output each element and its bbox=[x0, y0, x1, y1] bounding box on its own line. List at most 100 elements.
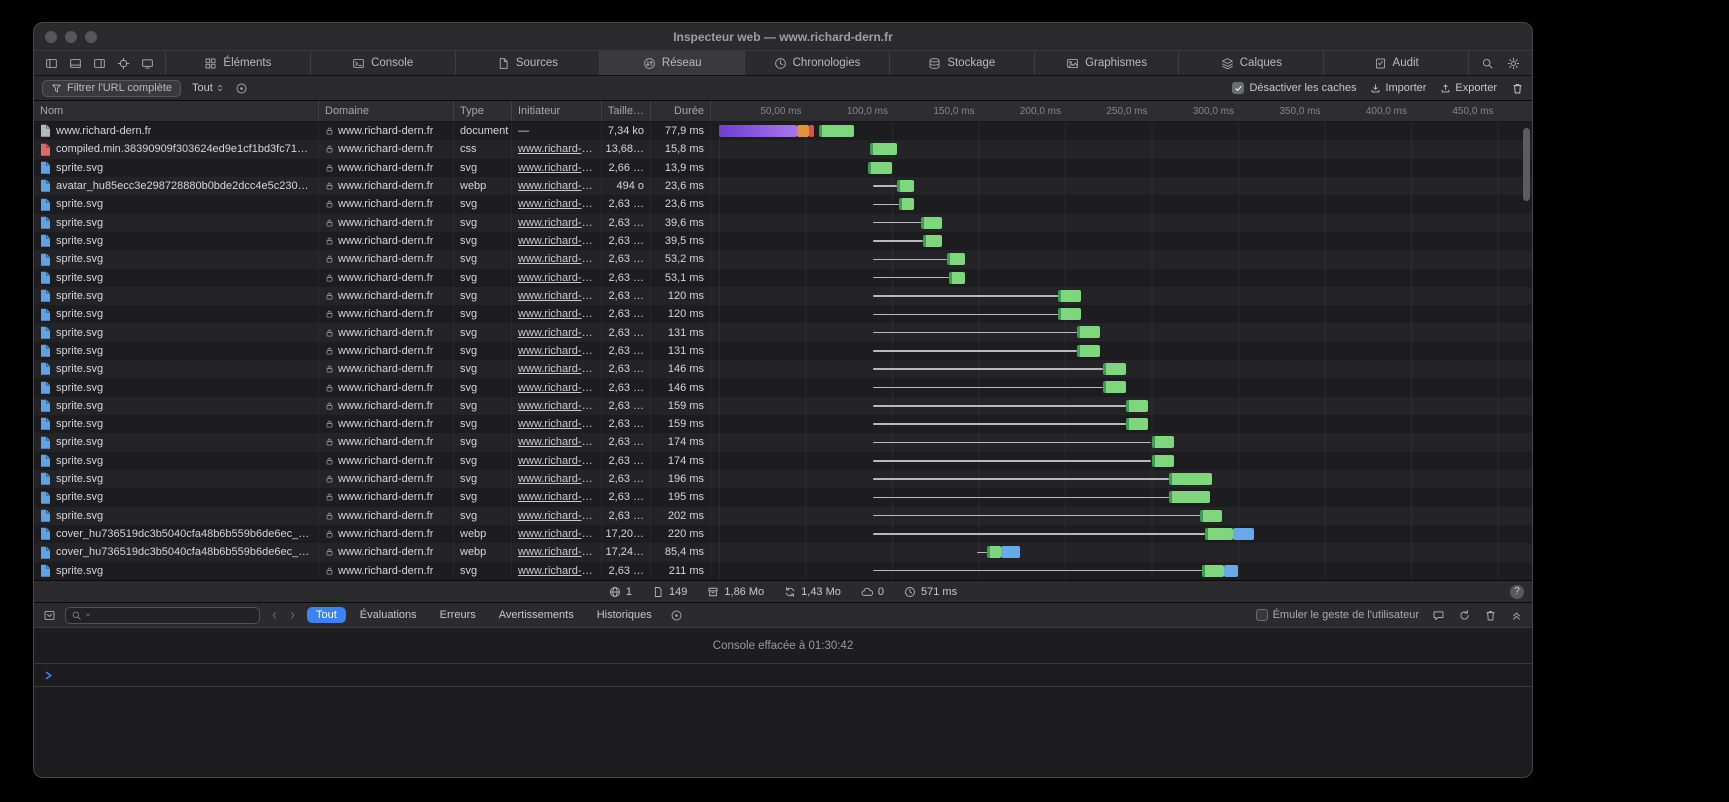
network-request-row[interactable]: sprite.svgwww.richard-dern.frsvgwww.rich… bbox=[34, 269, 1532, 287]
initiator-link[interactable]: www.richard-d… bbox=[518, 253, 595, 265]
network-request-row[interactable]: sprite.svgwww.richard-dern.frsvgwww.rich… bbox=[34, 378, 1532, 396]
lock-icon bbox=[325, 492, 334, 502]
zoom-window-button[interactable] bbox=[85, 31, 97, 43]
network-request-row[interactable]: sprite.svgwww.richard-dern.frsvgwww.rich… bbox=[34, 342, 1532, 360]
console-tab-erreurs[interactable]: Erreurs bbox=[431, 607, 485, 623]
window-titlebar[interactable]: Inspecteur web — www.richard-dern.fr bbox=[34, 23, 1532, 51]
tab-network[interactable]: Réseau bbox=[600, 51, 745, 75]
help-button[interactable]: ? bbox=[1510, 585, 1524, 599]
initiator-link[interactable]: www.richard-d… bbox=[518, 382, 595, 394]
tab-timelines[interactable]: Chronologies bbox=[745, 51, 890, 75]
resource-type-dropdown[interactable]: Tout bbox=[192, 82, 224, 94]
export-button[interactable]: Exporter bbox=[1440, 82, 1497, 94]
console-scope-icon[interactable] bbox=[43, 609, 56, 622]
clear-console-trash-icon[interactable] bbox=[1484, 609, 1497, 622]
dock-bottom-icon[interactable] bbox=[69, 57, 82, 70]
network-request-row[interactable]: sprite.svgwww.richard-dern.frsvgwww.rich… bbox=[34, 159, 1532, 177]
initiator-link[interactable]: www.richard-d… bbox=[518, 217, 595, 229]
dock-side-right-icon[interactable] bbox=[93, 57, 106, 70]
network-request-row[interactable]: sprite.svgwww.richard-dern.frsvgwww.rich… bbox=[34, 452, 1532, 470]
column-header-duree[interactable]: Durée bbox=[651, 101, 711, 121]
clear-on-reload-icon[interactable] bbox=[1458, 609, 1471, 622]
network-request-row[interactable]: sprite.svgwww.richard-dern.frsvgwww.rich… bbox=[34, 305, 1532, 323]
network-request-row[interactable]: sprite.svgwww.richard-dern.frsvgwww.rich… bbox=[34, 562, 1532, 580]
network-request-row[interactable]: sprite.svgwww.richard-dern.frsvgwww.rich… bbox=[34, 397, 1532, 415]
url-filter-field[interactable]: Filtrer l'URL complète bbox=[42, 80, 181, 97]
initiator-link[interactable]: www.richard-d… bbox=[518, 143, 595, 155]
column-header-nom[interactable]: Nom bbox=[34, 101, 319, 121]
network-request-row[interactable]: sprite.svgwww.richard-dern.frsvgwww.rich… bbox=[34, 415, 1532, 433]
network-request-row[interactable]: cover_hu736519dc3b5040cfa48b6b559b6de6ec… bbox=[34, 525, 1532, 543]
network-request-row[interactable]: sprite.svgwww.richard-dern.frsvgwww.rich… bbox=[34, 250, 1532, 268]
initiator-link[interactable]: www.richard-d… bbox=[518, 546, 595, 558]
tab-elements[interactable]: Éléments bbox=[166, 51, 311, 75]
initiator-link[interactable]: www.richard-d… bbox=[518, 235, 595, 247]
tab-console[interactable]: Console bbox=[311, 51, 456, 75]
emulate-user-gesture-checkbox[interactable]: Émuler le geste de l'utilisateur bbox=[1256, 609, 1419, 621]
network-request-row[interactable]: sprite.svgwww.richard-dern.frsvgwww.rich… bbox=[34, 287, 1532, 305]
next-result-icon[interactable] bbox=[287, 610, 298, 621]
initiator-link[interactable]: www.richard-d… bbox=[518, 290, 595, 302]
initiator-link[interactable]: www.richard-d… bbox=[518, 436, 595, 448]
device-icon[interactable] bbox=[141, 57, 154, 70]
network-request-row[interactable]: sprite.svgwww.richard-dern.frsvgwww.rich… bbox=[34, 214, 1532, 232]
console-messages-icon[interactable] bbox=[1432, 609, 1445, 622]
initiator-link[interactable]: www.richard-d… bbox=[518, 491, 595, 503]
previous-result-icon[interactable] bbox=[269, 610, 280, 621]
initiator-link[interactable]: www.richard-d… bbox=[518, 565, 595, 577]
initiator-link[interactable]: www.richard-d… bbox=[518, 327, 595, 339]
disable-caches-checkbox[interactable]: Désactiver les caches bbox=[1232, 82, 1356, 94]
initiator-link[interactable]: www.richard-d… bbox=[518, 162, 595, 174]
network-request-row[interactable]: sprite.svgwww.richard-dern.frsvgwww.rich… bbox=[34, 232, 1532, 250]
initiator-link[interactable]: www.richard-d… bbox=[518, 308, 595, 320]
minimize-window-button[interactable] bbox=[65, 31, 77, 43]
tab-storage[interactable]: Stockage bbox=[890, 51, 1035, 75]
dock-side-left-icon[interactable] bbox=[45, 57, 58, 70]
clear-network-trash-icon[interactable] bbox=[1511, 82, 1524, 95]
collapse-console-icon[interactable] bbox=[1510, 609, 1523, 622]
network-request-row[interactable]: sprite.svgwww.richard-dern.frsvgwww.rich… bbox=[34, 507, 1532, 525]
initiator-link[interactable]: www.richard-d… bbox=[518, 473, 595, 485]
network-request-row[interactable]: sprite.svgwww.richard-dern.frsvgwww.rich… bbox=[34, 323, 1532, 341]
network-request-row[interactable]: www.richard-dern.frwww.richard-dern.frdo… bbox=[34, 122, 1532, 140]
network-request-row[interactable]: compiled.min.38390909f303624ed9e1cf1bd3f… bbox=[34, 140, 1532, 158]
initiator-link[interactable]: www.richard-d… bbox=[518, 363, 595, 375]
search-icon[interactable] bbox=[1481, 57, 1494, 70]
settings-gear-icon[interactable] bbox=[1507, 57, 1520, 70]
network-request-row[interactable]: cover_hu736519dc3b5040cfa48b6b559b6de6ec… bbox=[34, 543, 1532, 561]
initiator-link[interactable]: www.richard-d… bbox=[518, 455, 595, 467]
tab-sources[interactable]: Sources bbox=[456, 51, 601, 75]
console-filter-options-icon[interactable] bbox=[670, 609, 683, 622]
column-header-type[interactable]: Type bbox=[454, 101, 512, 121]
initiator-link[interactable]: www.richard-d… bbox=[518, 400, 595, 412]
network-request-row[interactable]: sprite.svgwww.richard-dern.frsvgwww.rich… bbox=[34, 360, 1532, 378]
tab-audit[interactable]: Audit bbox=[1324, 51, 1469, 75]
network-request-row[interactable]: sprite.svgwww.richard-dern.frsvgwww.rich… bbox=[34, 433, 1532, 451]
network-request-row[interactable]: avatar_hu85ecc3e298728880b0bde2dcc4e5c23… bbox=[34, 177, 1532, 195]
console-prompt[interactable] bbox=[34, 664, 1532, 687]
network-request-row[interactable]: sprite.svgwww.richard-dern.frsvgwww.rich… bbox=[34, 195, 1532, 213]
console-tab-avertissements[interactable]: Avertissements bbox=[490, 607, 583, 623]
initiator-link[interactable]: www.richard-d… bbox=[518, 272, 595, 284]
tab-graphics[interactable]: Graphismes bbox=[1035, 51, 1180, 75]
console-tab-historiques[interactable]: Historiques bbox=[588, 607, 661, 623]
console-tab-évaluations[interactable]: Évaluations bbox=[351, 607, 426, 623]
column-header-initiateur[interactable]: Initiateur bbox=[512, 101, 602, 121]
column-header-domaine[interactable]: Domaine bbox=[319, 101, 454, 121]
initiator-link[interactable]: www.richard-d… bbox=[518, 345, 595, 357]
initiator-link[interactable]: www.richard-d… bbox=[518, 528, 595, 540]
initiator-link[interactable]: www.richard-d… bbox=[518, 198, 595, 210]
initiator-link[interactable]: www.richard-d… bbox=[518, 418, 595, 430]
element-picker-icon[interactable] bbox=[117, 57, 130, 70]
column-header-taille[interactable]: Taille… bbox=[602, 101, 651, 121]
network-request-row[interactable]: sprite.svgwww.richard-dern.frsvgwww.rich… bbox=[34, 488, 1532, 506]
close-window-button[interactable] bbox=[45, 31, 57, 43]
initiator-link[interactable]: www.richard-d… bbox=[518, 180, 595, 192]
console-tab-tout[interactable]: Tout bbox=[307, 607, 346, 623]
console-search-field[interactable] bbox=[65, 607, 260, 624]
import-button[interactable]: Importer bbox=[1370, 82, 1426, 94]
filter-options-icon[interactable] bbox=[235, 82, 248, 95]
initiator-link[interactable]: www.richard-d… bbox=[518, 510, 595, 522]
tab-layers[interactable]: Calques bbox=[1179, 51, 1324, 75]
network-request-row[interactable]: sprite.svgwww.richard-dern.frsvgwww.rich… bbox=[34, 470, 1532, 488]
